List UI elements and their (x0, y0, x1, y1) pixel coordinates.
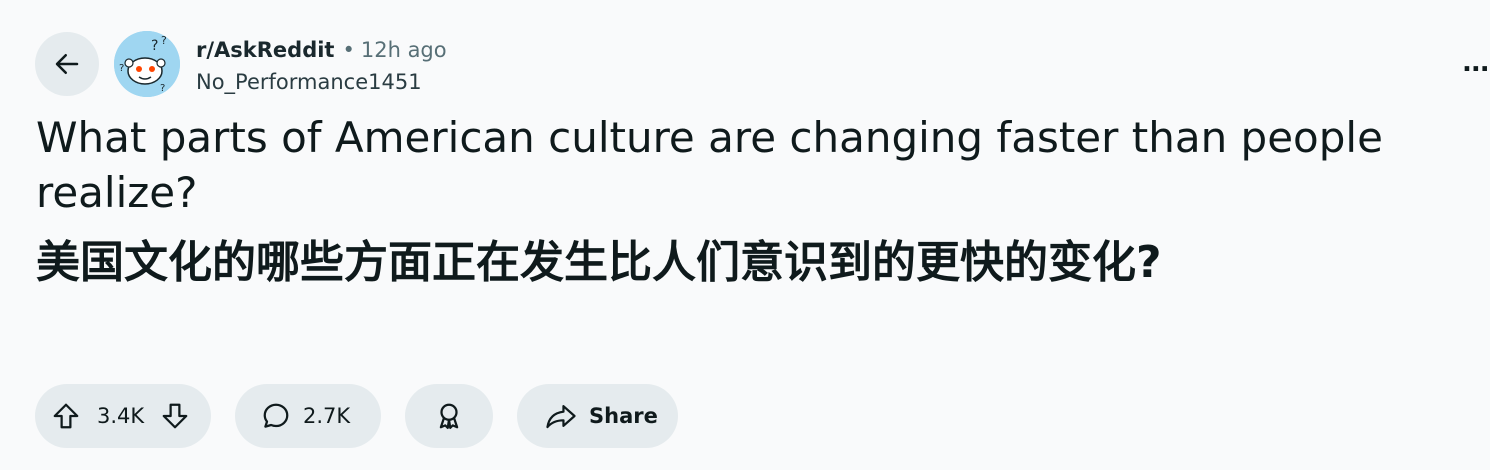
post-time: 12h ago (360, 38, 447, 62)
upvote-button[interactable] (51, 401, 81, 431)
svg-text:?: ? (151, 38, 158, 54)
award-button[interactable] (405, 384, 493, 448)
award-ribbon-icon (439, 403, 459, 429)
snoo-question-icon: ? ? ? ? (114, 31, 180, 97)
subreddit-link[interactable]: r/AskReddit (196, 38, 334, 62)
svg-text:?: ? (161, 34, 167, 47)
meta-separator: • (342, 38, 355, 62)
share-label: Share (589, 404, 658, 428)
comment-count: 2.7K (303, 404, 351, 428)
back-button[interactable] (35, 32, 99, 96)
comments-button[interactable]: 2.7K (235, 384, 381, 448)
vote-control: 3.4K (35, 384, 211, 448)
share-button[interactable]: Share (517, 384, 678, 448)
svg-text:?: ? (160, 83, 165, 94)
speech-bubble-icon (263, 403, 289, 428)
vote-count: 3.4K (97, 404, 145, 428)
upvote-arrow-icon (53, 403, 79, 429)
post-meta: r/AskReddit • 12h ago (196, 36, 447, 64)
comment-icon-wrap (261, 401, 291, 431)
arrow-left-icon (55, 54, 79, 74)
downvote-arrow-icon (162, 403, 188, 429)
svg-text:?: ? (119, 63, 124, 74)
overflow-menu-button[interactable]: ... (1462, 48, 1490, 78)
share-arrow-icon (546, 405, 576, 429)
subreddit-avatar[interactable]: ? ? ? ? (114, 31, 180, 97)
share-icon-wrap (545, 401, 577, 431)
author-link[interactable]: No_Performance1451 (196, 68, 422, 96)
post-title: What parts of American culture are chang… (36, 113, 1383, 217)
post-title-translation: 美国文化的哪些方面正在发生比人们意识到的更快的变化? (36, 237, 1162, 288)
downvote-button[interactable] (160, 401, 190, 431)
